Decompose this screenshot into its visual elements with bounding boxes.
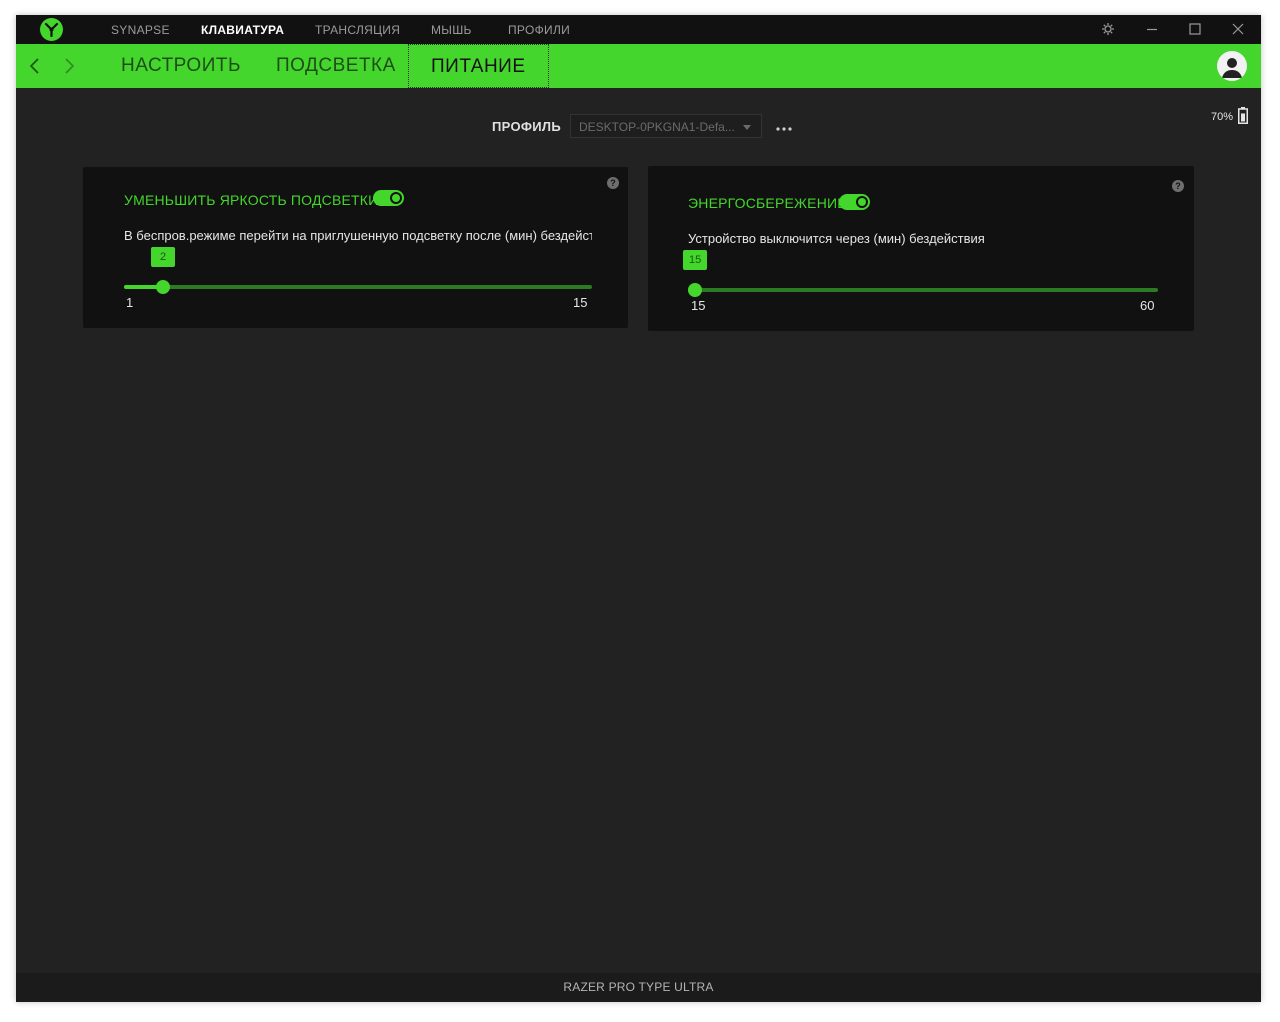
power-saving-card: ? ЭНЕРГОСБЕРЕЖЕНИЕ Устройство выключится…	[648, 166, 1194, 331]
user-avatar-icon[interactable]	[1217, 51, 1247, 81]
power-saving-toggle[interactable]	[839, 194, 870, 210]
gear-icon[interactable]	[1100, 21, 1116, 37]
dim-lighting-description: В беспров.режиме перейти на приглушенную…	[124, 228, 592, 243]
dim-lighting-slider[interactable]: 2	[124, 247, 592, 294]
tab-keyboard[interactable]: КЛАВИАТУРА	[201, 23, 284, 37]
slider-thumb[interactable]	[688, 283, 702, 297]
slider-value-bubble: 15	[683, 250, 708, 270]
maximize-icon[interactable]	[1187, 21, 1203, 37]
sub-navigation: НАСТРОИТЬ ПОДСВЕТКА ПИТАНИЕ	[16, 44, 1261, 88]
dim-lighting-toggle[interactable]	[373, 190, 404, 206]
tab-synapse[interactable]: SYNAPSE	[111, 23, 170, 37]
slider-max-label: 60	[1140, 298, 1155, 313]
profile-label: ПРОФИЛЬ	[492, 119, 561, 134]
chevron-down-icon	[743, 125, 751, 130]
slider-max-label: 15	[573, 295, 588, 310]
back-arrow-icon[interactable]	[28, 57, 42, 75]
profile-dropdown-value: DESKTOP-0PKGNA1-Defa...	[579, 120, 735, 134]
forward-arrow-icon[interactable]	[62, 57, 76, 75]
more-options-icon[interactable]	[776, 119, 792, 137]
profile-dropdown[interactable]: DESKTOP-0PKGNA1-Defa...	[570, 114, 762, 138]
razer-logo-icon[interactable]	[40, 18, 63, 41]
tab-power[interactable]: ПИТАНИЕ	[408, 44, 549, 88]
app-window: SYNAPSE КЛАВИАТУРА ТРАНСЛЯЦИЯ МЫШЬ ПРОФИ…	[16, 15, 1261, 1002]
battery-icon	[1238, 107, 1248, 129]
help-icon[interactable]: ?	[1172, 180, 1184, 192]
dim-lighting-title: УМЕНЬШИТЬ ЯРКОСТЬ ПОДСВЕТКИ	[124, 192, 379, 208]
dim-lighting-card: ? УМЕНЬШИТЬ ЯРКОСТЬ ПОДСВЕТКИ В беспров.…	[83, 167, 628, 328]
slider-min-label: 1	[126, 295, 134, 310]
tab-mouse[interactable]: МЫШЬ	[431, 23, 472, 37]
close-icon[interactable]	[1230, 21, 1246, 37]
slider-thumb[interactable]	[156, 280, 170, 294]
device-name-footer: RAZER PRO TYPE ULTRA	[16, 973, 1261, 1002]
tab-lighting[interactable]: ПОДСВЕТКА	[276, 44, 396, 88]
title-bar: SYNAPSE КЛАВИАТУРА ТРАНСЛЯЦИЯ МЫШЬ ПРОФИ…	[16, 15, 1261, 44]
minimize-icon[interactable]	[1144, 21, 1160, 37]
tab-customize[interactable]: НАСТРОИТЬ	[121, 44, 241, 88]
power-saving-title: ЭНЕРГОСБЕРЕЖЕНИЕ	[688, 195, 847, 211]
help-icon[interactable]: ?	[607, 177, 619, 189]
tab-profiles[interactable]: ПРОФИЛИ	[508, 23, 570, 37]
power-saving-slider[interactable]: 15	[683, 250, 1158, 297]
tab-broadcast[interactable]: ТРАНСЛЯЦИЯ	[315, 23, 400, 37]
battery-percent: 70%	[1211, 111, 1234, 123]
power-saving-description: Устройство выключится через (мин) бездей…	[688, 231, 985, 246]
slider-min-label: 15	[691, 298, 706, 313]
slider-value-bubble: 2	[151, 247, 175, 267]
